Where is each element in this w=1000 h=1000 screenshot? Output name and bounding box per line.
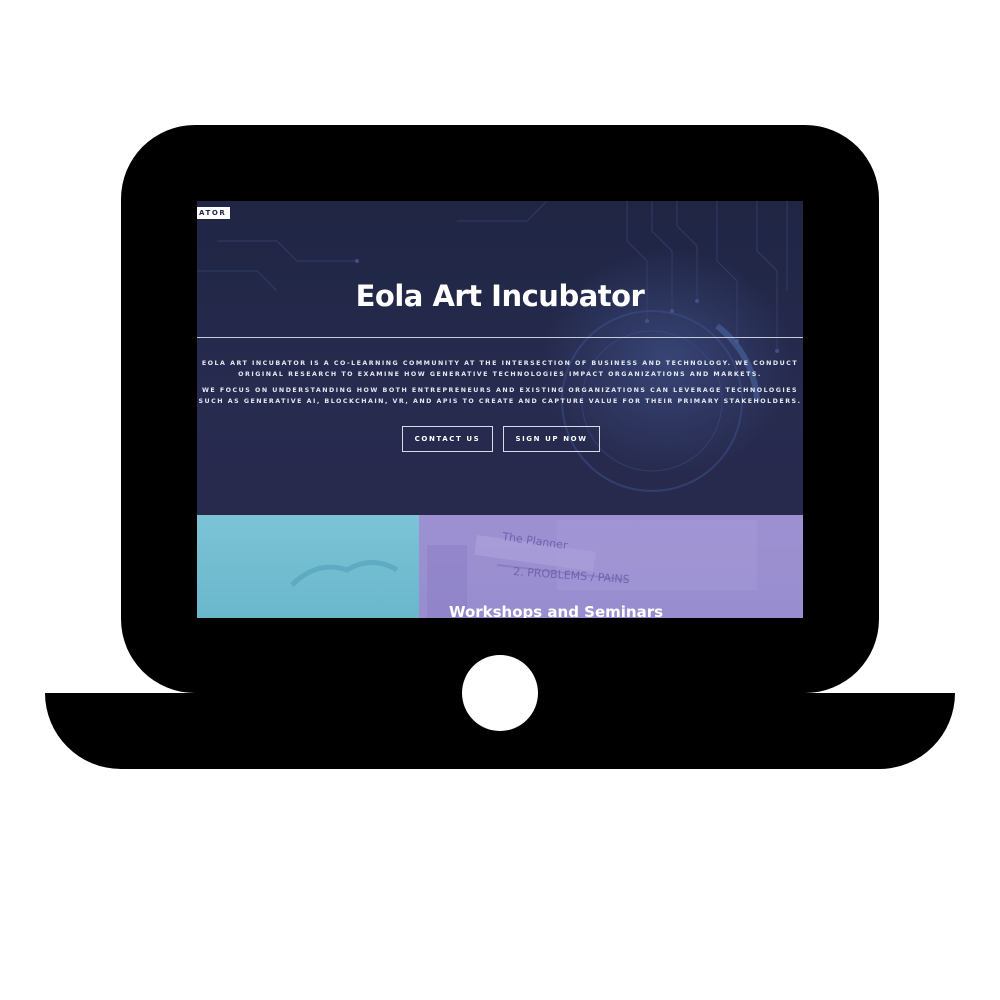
contact-us-button[interactable]: CONTACT US xyxy=(402,426,493,452)
hero-section: ATOR Eola Art Incubator EOLA ART INCUBAT… xyxy=(197,201,803,515)
hero-description-2: WE FOCUS ON UNDERSTANDING HOW BOTH ENTRE… xyxy=(198,387,802,405)
sign-up-button[interactable]: SIGN UP NOW xyxy=(503,426,600,452)
site-logo[interactable]: ATOR xyxy=(197,207,230,219)
workshops-title: Workshops and Seminars xyxy=(448,603,664,618)
hero-divider xyxy=(197,337,803,338)
hero-description-1: EOLA ART INCUBATOR IS A CO-LEARNING COMM… xyxy=(201,360,799,378)
workshops-section: The Planner 2. PROBLEMS / PAINS Workshop… xyxy=(197,515,803,618)
laptop-screen: ATOR Eola Art Incubator EOLA ART INCUBAT… xyxy=(197,201,803,618)
hero-title: Eola Art Incubator xyxy=(355,279,645,313)
laptop-trackpad-circle xyxy=(462,655,538,731)
logo-text: ATOR xyxy=(199,209,227,217)
